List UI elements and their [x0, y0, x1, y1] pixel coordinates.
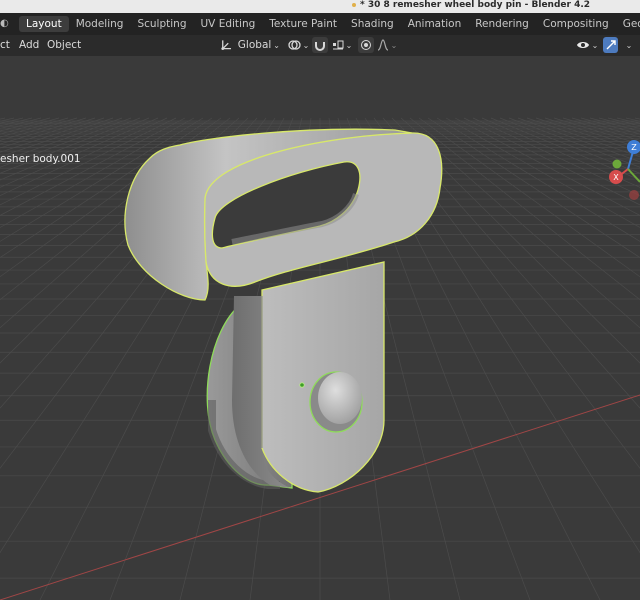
falloff-curve-icon — [377, 39, 388, 51]
grid-line — [0, 117, 42, 129]
object-origin-point — [299, 382, 305, 388]
unsaved-dot-icon — [352, 3, 356, 7]
navigation-gizmo[interactable]: Z X — [600, 136, 640, 206]
gizmo-neg-x-axis[interactable] — [629, 190, 639, 200]
falloff-dropdown[interactable]: ⌄ — [376, 37, 398, 53]
transform-orientation-label: Global — [237, 39, 272, 51]
snap-target-icon — [332, 40, 344, 50]
tab-animation[interactable]: Animation — [401, 16, 469, 32]
menu-add[interactable]: Add — [19, 38, 39, 53]
chevron-down-icon: ⌄ — [273, 40, 280, 50]
grid-line — [0, 117, 123, 163]
tab-compositing[interactable]: Compositing — [536, 16, 616, 32]
pivot-point-dropdown[interactable]: ⌄ — [286, 37, 310, 53]
chevron-down-icon: ⌄ — [625, 40, 633, 50]
workspace-tabs: Layout Modeling Sculpting UV Editing Texture… — [19, 16, 640, 32]
axle-pin[interactable] — [318, 372, 362, 424]
viewport-header: ct Add Object Global ⌄ ⌄ ⌄ ⌄ ⌄ ⌄ — [0, 35, 640, 56]
blender-logo-icon[interactable]: ◐ — [0, 17, 10, 31]
chevron-down-icon: ⌄ — [345, 40, 353, 50]
tab-geometry-nodes[interactable]: Geometry Nodes — [616, 16, 640, 32]
grid-line — [0, 117, 150, 181]
object-visibility-icon — [576, 42, 589, 48]
active-object-name: esher body.001 — [0, 153, 81, 165]
grid-line — [0, 117, 114, 158]
menu-select[interactable]: ct — [0, 38, 10, 53]
grid-line — [0, 117, 87, 145]
object-visibility-dropdown[interactable]: ⌄ — [575, 37, 599, 53]
viewport-gizmo-toggle[interactable] — [603, 37, 618, 53]
gizmo-x-label: X — [613, 173, 619, 182]
transform-orientation-dropdown[interactable]: Global ⌄ — [220, 37, 280, 53]
viewport-gizmo-icon — [606, 40, 616, 50]
window-title: * 30 8 remesher wheel body pin - Blender… — [360, 0, 591, 10]
3d-viewport[interactable]: esher body.001 Z X — [0, 56, 640, 600]
snap-target-dropdown[interactable]: ⌄ — [330, 37, 354, 53]
gizmo-y-axis[interactable] — [612, 159, 622, 169]
remesher-body-object[interactable] — [124, 128, 443, 493]
chevron-down-icon: ⌄ — [302, 40, 310, 50]
grid-line — [0, 117, 51, 132]
overlay-dropdown[interactable]: ⌄ — [620, 37, 638, 53]
tab-texture-paint[interactable]: Texture Paint — [262, 16, 344, 32]
chevron-down-icon: ⌄ — [390, 40, 398, 50]
viewport-scene[interactable] — [0, 56, 640, 600]
tab-rendering[interactable]: Rendering — [468, 16, 536, 32]
tab-modeling[interactable]: Modeling — [69, 16, 131, 32]
snap-magnet-icon — [315, 42, 325, 51]
gizmo-z-label: Z — [631, 143, 637, 152]
tab-layout[interactable]: Layout — [19, 16, 69, 32]
menu-object[interactable]: Object — [47, 38, 81, 53]
grid-line — [0, 117, 69, 138]
grid-line — [0, 117, 141, 174]
tab-uv-editing[interactable]: UV Editing — [194, 16, 263, 32]
window-title-bar: * 30 8 remesher wheel body pin - Blender… — [0, 0, 640, 13]
pivot-point-icon — [287, 40, 301, 50]
proportional-edit-toggle[interactable] — [358, 37, 374, 53]
proportional-edit-icon — [361, 40, 371, 50]
snap-toggle[interactable] — [312, 37, 328, 53]
tab-sculpting[interactable]: Sculpting — [130, 16, 193, 32]
workspace-tab-bar: ◐ Layout Modeling Sculpting UV Editing Textu… — [0, 13, 640, 35]
transform-orientation-icon — [221, 40, 231, 51]
tab-shading[interactable]: Shading — [344, 16, 401, 32]
chevron-down-icon: ⌄ — [591, 40, 599, 50]
